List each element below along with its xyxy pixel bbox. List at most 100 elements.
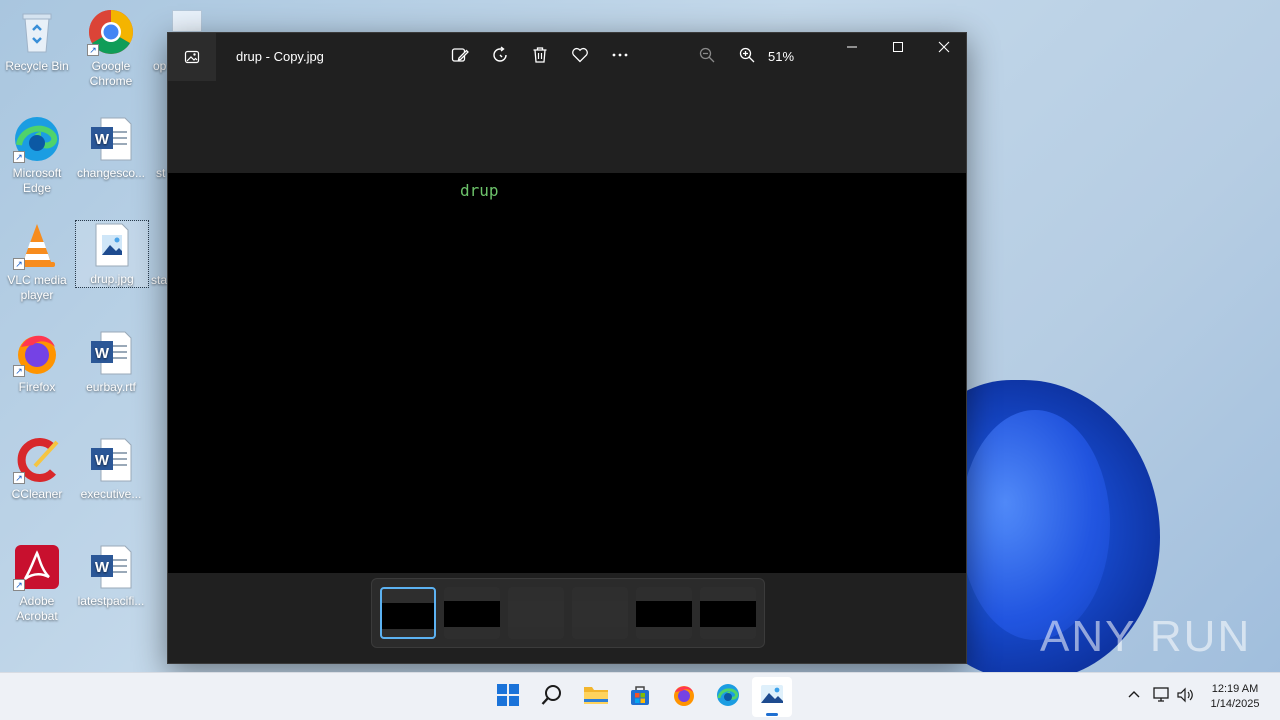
shortcut-arrow-icon: ↗	[13, 579, 25, 591]
zoom-level[interactable]: 51%	[768, 49, 794, 64]
shortcut-arrow-icon: ↗	[87, 44, 99, 56]
heart-icon	[571, 46, 589, 69]
zoom-out-button[interactable]	[695, 45, 719, 69]
desktop-icon-ccleaner[interactable]: ↗ CCleaner	[1, 436, 73, 502]
anyrun-watermark: ANY RUN	[1040, 612, 1252, 661]
shortcut-arrow-icon: ↗	[13, 151, 25, 163]
acrobat-icon: ↗	[13, 543, 61, 591]
desktop-icon-partial-label: op	[153, 59, 167, 73]
title-bar[interactable]: drup - Copy.jpg 51%	[168, 33, 966, 81]
image-viewer[interactable]: drup	[168, 81, 966, 573]
desktop-icon-adobe-acrobat[interactable]: ↗ Adobe Acrobat	[1, 543, 73, 624]
ccleaner-icon: ↗	[13, 436, 61, 484]
edge-icon	[716, 683, 740, 712]
active-app-indicator	[766, 713, 778, 716]
edge-taskbar-button[interactable]	[708, 677, 748, 717]
minimize-button[interactable]	[829, 33, 875, 65]
folder-icon	[583, 684, 609, 711]
desktop-icon-microsoft-edge[interactable]: ↗ Microsoft Edge	[1, 115, 73, 196]
zoom-in-icon	[739, 47, 755, 68]
rotate-button[interactable]	[488, 45, 512, 69]
search-button[interactable]	[532, 677, 572, 717]
show-hidden-icons-button[interactable]	[1124, 673, 1144, 720]
image-file-icon[interactable]	[172, 10, 202, 32]
edit-button[interactable]	[448, 45, 472, 69]
desktop-icon-label: eurbay.rtf	[86, 380, 136, 394]
svg-text:W: W	[95, 131, 110, 148]
filmstrip-thumbnail[interactable]	[444, 587, 500, 639]
shortcut-arrow-icon: ↗	[13, 472, 25, 484]
wallpaper-bloom-highlight	[960, 410, 1110, 640]
microsoft-store-button[interactable]	[620, 677, 660, 717]
desktop-icon-changesco[interactable]: W changesco...	[75, 115, 147, 181]
word-document-icon: W	[87, 436, 135, 484]
delete-button[interactable]	[528, 45, 552, 69]
file-explorer-button[interactable]	[576, 677, 616, 717]
svg-text:W: W	[95, 559, 110, 576]
firefox-taskbar-button[interactable]	[664, 677, 704, 717]
clock[interactable]: 12:19 AM 1/14/2025	[1200, 682, 1270, 712]
store-icon	[629, 684, 651, 711]
filmstrip-thumbnail[interactable]	[572, 587, 628, 639]
recycle-bin-icon	[13, 8, 61, 56]
desktop-icon-vlc[interactable]: ↗ VLC media player	[1, 222, 73, 303]
favorite-button[interactable]	[568, 45, 592, 69]
vlc-cone-icon: ↗	[13, 222, 61, 270]
filmstrip-thumbnail[interactable]	[508, 587, 564, 639]
photos-window: drup - Copy.jpg 51% drup	[167, 32, 967, 664]
minimize-icon	[846, 40, 858, 58]
start-button[interactable]	[488, 677, 528, 717]
trash-icon	[531, 46, 549, 69]
maximize-button[interactable]	[875, 33, 921, 65]
volume-button[interactable]	[1174, 673, 1196, 720]
filmstrip-thumbnail[interactable]	[700, 587, 756, 639]
desktop-icon-recycle-bin[interactable]: Recycle Bin	[1, 8, 73, 74]
chevron-up-icon	[1128, 688, 1140, 706]
photos-taskbar-button[interactable]	[752, 677, 792, 717]
desktop-icon-label: VLC media player	[7, 273, 67, 302]
desktop-icon-drup-jpg[interactable]: drup.jpg	[75, 220, 149, 288]
network-button[interactable]	[1150, 673, 1172, 720]
zoom-out-icon	[699, 47, 715, 68]
firefox-icon	[672, 683, 696, 712]
filmstrip-bar	[168, 573, 966, 663]
desktop-icon-label: changesco...	[76, 166, 146, 180]
filmstrip-thumbnail[interactable]	[380, 587, 436, 639]
edge-icon: ↗	[13, 115, 61, 163]
photo-canvas: drup	[168, 173, 966, 573]
desktop-icon-label: Recycle Bin	[5, 59, 69, 73]
clock-time: 12:19 AM	[1211, 683, 1259, 695]
edit-image-icon	[451, 46, 469, 69]
photos-app-icon	[168, 33, 216, 81]
shortcut-arrow-icon: ↗	[13, 365, 25, 377]
desktop-icon-label: Microsoft Edge	[12, 166, 62, 195]
word-document-icon: W	[87, 115, 135, 163]
desktop-icon-firefox[interactable]: ↗ Firefox	[1, 329, 73, 395]
maximize-icon	[892, 40, 904, 58]
close-button[interactable]	[921, 33, 967, 65]
rotate-icon	[491, 45, 509, 69]
clock-date: 1/14/2025	[1210, 698, 1260, 710]
shortcut-arrow-icon: ↗	[13, 258, 25, 270]
chrome-icon: ↗	[87, 8, 135, 56]
desktop-icon-label: drup.jpg	[90, 272, 134, 286]
close-icon	[938, 40, 950, 58]
desktop-icon-google-chrome[interactable]: ↗ Google Chrome	[75, 8, 147, 89]
desktop-icon-partial-label: st	[156, 166, 166, 180]
firefox-icon: ↗	[13, 329, 61, 377]
more-dots-icon	[611, 46, 629, 69]
desktop-icon-label: Adobe Acrobat	[16, 594, 58, 623]
zoom-in-button[interactable]	[735, 45, 759, 69]
taskbar: 12:19 AM 1/14/2025	[0, 672, 1280, 720]
desktop-icon-label: latestpacifi...	[77, 594, 145, 608]
more-button[interactable]	[608, 45, 632, 69]
desktop-icon-latestpacifi[interactable]: W latestpacifi...	[75, 543, 147, 609]
filmstrip-thumbnail[interactable]	[636, 587, 692, 639]
desktop-icon-executive[interactable]: W executive...	[75, 436, 147, 502]
desktop-icon-label: executive...	[80, 487, 142, 501]
desktop-icon-eurbay-rtf[interactable]: W eurbay.rtf	[75, 329, 147, 395]
word-document-icon: W	[87, 329, 135, 377]
network-icon	[1152, 686, 1170, 708]
filmstrip	[371, 578, 765, 648]
search-icon	[541, 684, 563, 711]
